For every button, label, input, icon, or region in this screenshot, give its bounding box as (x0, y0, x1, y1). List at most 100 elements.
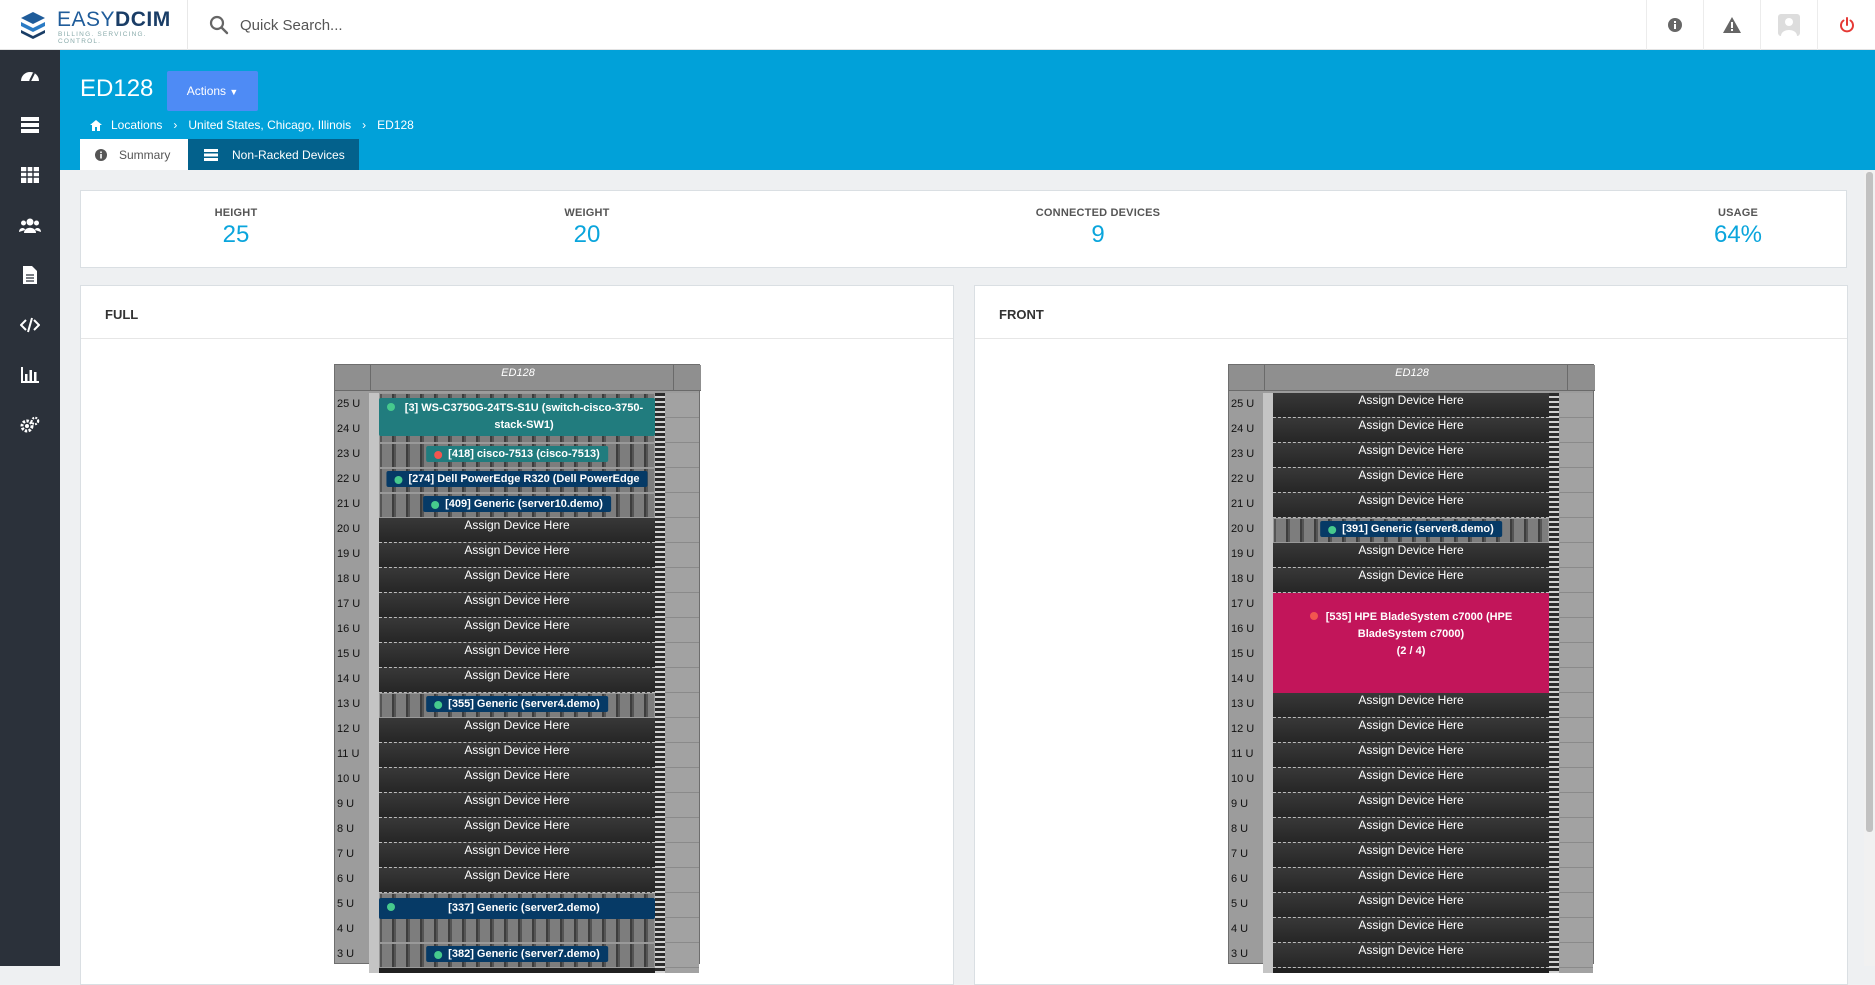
assign-device-slot[interactable]: Assign Device Here (1273, 843, 1549, 868)
breadcrumb-locations[interactable]: Locations (111, 118, 162, 132)
assign-device-slot[interactable]: Assign Device Here (379, 643, 655, 668)
device-label[interactable]: [337] Generic (server2.demo) (379, 898, 655, 919)
search-icon (209, 15, 229, 35)
rack-unit-label: 10 U (337, 773, 361, 785)
device-label[interactable]: [418] cisco-7513 (cisco-7513) (426, 446, 608, 462)
servers-icon (21, 117, 39, 133)
assign-device-slot[interactable]: Assign Device Here (1273, 818, 1549, 843)
assign-device-slot[interactable]: Assign Device Here (1273, 418, 1549, 443)
sidebar-item-documents[interactable] (0, 250, 60, 300)
rack-device[interactable]: [337] Generic (server2.demo) (379, 893, 655, 943)
warning-icon (1723, 17, 1741, 33)
assign-device-slot[interactable]: Assign Device Here (1273, 393, 1549, 418)
search-input[interactable] (240, 14, 680, 36)
assign-device-slot[interactable]: Assign Device Here (379, 793, 655, 818)
stat-weight: WEIGHT 20 (547, 207, 627, 249)
app-logo[interactable]: EASYDCIM BILLING. SERVICING. CONTROL. (0, 0, 188, 50)
blade-label-line1: [535] HPE BladeSystem c7000 (HPE (1273, 609, 1549, 626)
dashboard-icon (21, 72, 39, 82)
rack-device[interactable]: [3] WS-C3750G-24TS-S1U (switch-cisco-375… (379, 393, 655, 443)
assign-device-slot[interactable]: Assign Device Here (379, 568, 655, 593)
assign-device-slot[interactable]: Assign Device Here (1273, 893, 1549, 918)
caret-down-icon: ▼ (229, 87, 239, 97)
rack-device[interactable]: [382] Generic (server7.demo) (379, 943, 655, 968)
assign-device-slot[interactable]: Assign Device Here (1273, 718, 1549, 743)
rack-device[interactable]: [409] Generic (server10.demo) (379, 493, 655, 518)
assign-device-slot[interactable]: Assign Device Here (1273, 768, 1549, 793)
assign-device-slot[interactable]: Assign Device Here (1273, 868, 1549, 893)
rack-unit-label: 8 U (1231, 823, 1249, 835)
rack-unit-label: 13 U (1231, 698, 1255, 710)
rack-title-left (1229, 365, 1265, 391)
assign-device-slot[interactable]: Assign Device Here (1273, 943, 1549, 968)
assign-device-slot[interactable]: Assign Device Here (379, 743, 655, 768)
breadcrumb-city[interactable]: United States, Chicago, Illinois (188, 118, 351, 132)
assign-device-slot[interactable]: Assign Device Here (379, 768, 655, 793)
info-button[interactable] (1646, 0, 1703, 50)
assign-device-slot[interactable]: Assign Device Here (379, 543, 655, 568)
assign-device-slot[interactable]: Assign Device Here (379, 868, 655, 893)
assign-device-slot[interactable]: Assign Device Here (1273, 493, 1549, 518)
scrollbar-thumb[interactable] (1866, 172, 1873, 832)
tab-non-racked-devices[interactable]: Non-Racked Devices (188, 139, 359, 170)
app-tagline: BILLING. SERVICING. CONTROL. (58, 31, 147, 45)
sidebar-item-table[interactable] (0, 150, 60, 200)
rack-slots: Assign Device Here Assign Device Here Assi… (379, 393, 655, 973)
sidebar-item-settings[interactable] (0, 400, 60, 450)
rack-unit-label: 11 U (337, 748, 360, 760)
rack-device[interactable]: [274] Dell PowerEdge R320 (Dell PowerEdg… (379, 468, 655, 493)
rack-unit-label: 19 U (337, 548, 361, 560)
assign-device-slot[interactable]: Assign Device Here (379, 718, 655, 743)
info-circle-icon (95, 148, 107, 161)
tab-summary[interactable]: Summary (80, 139, 188, 170)
logout-button[interactable] (1817, 0, 1875, 50)
device-label[interactable]: [355] Generic (server4.demo) (426, 696, 608, 712)
device-label[interactable]: [391] Generic (server8.demo) (1320, 521, 1502, 537)
assign-device-slot[interactable]: Assign Device Here (379, 618, 655, 643)
rack-unit-label: 7 U (337, 848, 355, 860)
assign-device-slot[interactable]: Assign Device Here (1273, 693, 1549, 718)
blade-chassis[interactable]: [535] HPE BladeSystem c7000 (HPE BladeSys… (1273, 593, 1549, 693)
sidebar-item-reports[interactable] (0, 350, 60, 400)
assign-device-slot[interactable]: Assign Device Here (1273, 568, 1549, 593)
assign-device-slot[interactable]: Assign Device Here (1273, 543, 1549, 568)
assign-device-slot[interactable]: Assign Device Here (379, 593, 655, 618)
device-label[interactable]: [3] WS-C3750G-24TS-S1U (switch-cisco-375… (379, 398, 655, 436)
stat-connected-value: 9 (1091, 221, 1105, 248)
alerts-button[interactable] (1703, 0, 1760, 50)
users-icon (19, 218, 41, 233)
sidebar-item-dashboard[interactable] (0, 50, 60, 100)
rack-unit-label: 4 U (337, 923, 355, 935)
device-name: [355] Generic (server4.demo) (448, 698, 600, 710)
rack-unit-label: 22 U (337, 473, 361, 485)
rack-device[interactable]: [391] Generic (server8.demo) (1273, 518, 1549, 543)
user-menu-button[interactable] (1760, 0, 1817, 50)
rack-device[interactable]: [355] Generic (server4.demo) (379, 693, 655, 718)
app-name: EASYDCIM (57, 8, 171, 32)
device-name: [337] Generic (server2.demo) (448, 902, 600, 914)
rack-title: ED128 (501, 367, 535, 379)
rack-unit-label: 7 U (1231, 848, 1249, 860)
rack-title: ED128 (1395, 367, 1429, 379)
assign-device-slot[interactable]: Assign Device Here (379, 518, 655, 543)
rack-unit-label: 14 U (1231, 673, 1255, 685)
device-label[interactable]: [409] Generic (server10.demo) (423, 496, 611, 512)
device-label[interactable]: [274] Dell PowerEdge R320 (Dell PowerEdg… (386, 471, 648, 487)
assign-device-slot[interactable]: Assign Device Here (1273, 468, 1549, 493)
assign-device-slot[interactable]: Assign Device Here (1273, 793, 1549, 818)
page-scrollbar[interactable] (1864, 170, 1875, 966)
device-label[interactable]: [382] Generic (server7.demo) (426, 946, 608, 962)
assign-device-slot[interactable]: Assign Device Here (1273, 443, 1549, 468)
assign-device-slot[interactable]: Assign Device Here (379, 843, 655, 868)
rack-device[interactable]: [418] cisco-7513 (cisco-7513) (379, 443, 655, 468)
sidebar-item-servers[interactable] (0, 100, 60, 150)
sidebar-item-code[interactable] (0, 300, 60, 350)
sidebar-item-users[interactable] (0, 200, 60, 250)
assign-device-slot[interactable]: Assign Device Here (1273, 743, 1549, 768)
assign-device-slot[interactable]: Assign Device Here (379, 818, 655, 843)
assign-device-slot[interactable]: Assign Device Here (1273, 918, 1549, 943)
assign-device-slot[interactable]: Assign Device Here (379, 668, 655, 693)
rack-unit-label: 20 U (337, 523, 361, 535)
actions-button[interactable]: Actions ▼ (167, 71, 258, 111)
rack-unit-label: 5 U (1231, 898, 1249, 910)
